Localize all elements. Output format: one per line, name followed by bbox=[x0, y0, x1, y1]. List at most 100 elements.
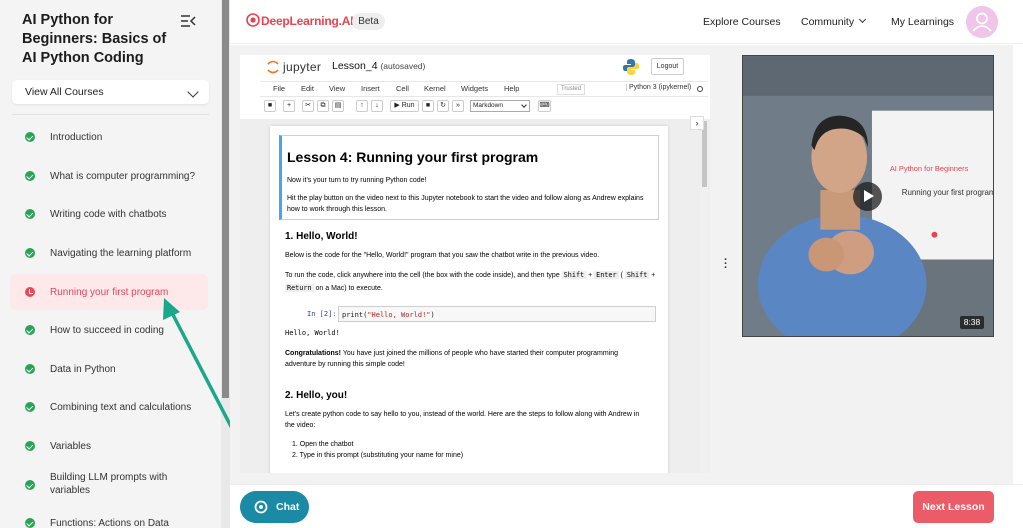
move-down-icon[interactable]: ↓ bbox=[371, 100, 383, 112]
paragraph: Congratulations! You have just joined th… bbox=[285, 348, 625, 370]
check-circle-icon bbox=[25, 171, 35, 181]
lesson-item[interactable]: Writing code with chatbots bbox=[10, 196, 208, 232]
video-duration: 8:38 bbox=[960, 316, 984, 329]
cell-type-select[interactable]: Markdown bbox=[470, 100, 530, 112]
chat-icon bbox=[254, 500, 268, 514]
view-all-courses-dropdown[interactable]: View All Courses bbox=[12, 80, 209, 104]
app-root: AI Python for Beginners: Basics of AI Py… bbox=[0, 0, 1023, 528]
panel-resize-handle[interactable]: · · · bbox=[724, 255, 728, 274]
view-all-label: View All Courses bbox=[25, 86, 104, 98]
notebook-scrollbar-thumb[interactable] bbox=[702, 121, 707, 187]
chevron-down-icon bbox=[859, 15, 867, 24]
check-circle-icon bbox=[25, 132, 35, 142]
run-label: Run bbox=[401, 102, 415, 109]
menu-view[interactable]: View bbox=[329, 84, 345, 93]
copy-icon[interactable]: ⧉ bbox=[317, 100, 329, 112]
chat-label: Chat bbox=[276, 501, 300, 513]
brand-logo-text[interactable]: DeepLearning.AI bbox=[261, 14, 354, 28]
lesson-item[interactable]: Functions: Actions on Data bbox=[10, 506, 208, 528]
code-cell[interactable]: print("Hello, World!") bbox=[338, 306, 656, 322]
nav-community[interactable]: Community bbox=[801, 15, 867, 28]
divider bbox=[12, 114, 209, 115]
section-heading: 2. Hello, you! bbox=[285, 390, 348, 401]
run-instructions: To run the code, click anywhere into the… bbox=[285, 272, 562, 279]
nav-my-learnings[interactable]: My Learnings bbox=[891, 16, 954, 28]
menu-insert[interactable]: Insert bbox=[361, 84, 380, 93]
keyboard-icon[interactable]: ⌨ bbox=[538, 100, 551, 112]
run-instructions-end: on a Mac) to execute. bbox=[313, 285, 383, 292]
code-output: Hello, World! bbox=[285, 329, 340, 337]
next-lesson-button[interactable]: Next Lesson bbox=[913, 491, 994, 523]
paragraph: Below is the code for the "Hello, World!… bbox=[285, 252, 600, 259]
restart-icon[interactable]: ↻ bbox=[437, 100, 449, 112]
stop-icon[interactable]: ■ bbox=[422, 100, 434, 112]
intro-markdown-cell[interactable]: Lesson 4: Running your first program Now… bbox=[279, 135, 659, 220]
lesson-heading: Lesson 4: Running your first program bbox=[287, 149, 539, 165]
list-item: 1. Open the chatbot bbox=[292, 441, 354, 448]
lesson-label: Functions: Actions on Data bbox=[50, 518, 169, 528]
slide-subtitle: Running your first program bbox=[902, 188, 994, 197]
check-circle-icon bbox=[25, 518, 35, 528]
cut-icon[interactable]: ✂ bbox=[302, 100, 314, 112]
code-string: "Hello, World!" bbox=[367, 311, 431, 319]
lesson-label: What is computer programming? bbox=[50, 171, 196, 182]
code-function: print( bbox=[342, 311, 368, 319]
lesson-label: Building LLM prompts with variables bbox=[50, 472, 168, 496]
deeplearning-logo-icon[interactable] bbox=[246, 13, 260, 27]
congrats-bold: Congratulations! bbox=[285, 350, 341, 357]
trusted-badge: Trusted bbox=[557, 84, 585, 95]
paste-icon[interactable]: ▤ bbox=[332, 100, 344, 112]
notebook-title: Lesson_4 bbox=[332, 60, 378, 72]
notebook-toolbar: ■ + ✂ ⧉ ▤ ↑ ↓ ▶ Run ■ ↻ » Markdown ⌨ bbox=[264, 100, 708, 114]
page-scrollbar[interactable] bbox=[1013, 45, 1023, 484]
key-return: Return bbox=[285, 284, 314, 292]
lesson-label: Writing code with chatbots bbox=[50, 209, 167, 220]
lesson-item[interactable]: What is computer programming? bbox=[10, 158, 208, 194]
move-up-icon[interactable]: ↑ bbox=[356, 100, 368, 112]
restart-run-all-icon[interactable]: » bbox=[452, 100, 464, 112]
beta-badge: Beta bbox=[352, 13, 385, 30]
chevron-down-icon bbox=[187, 86, 199, 98]
key-plus: + bbox=[649, 272, 656, 279]
play-button[interactable] bbox=[853, 182, 882, 211]
clock-icon bbox=[25, 287, 35, 297]
menu-widgets[interactable]: Widgets bbox=[461, 84, 488, 93]
menu-kernel[interactable]: Kernel bbox=[424, 84, 446, 93]
input-prompt: In [2]: bbox=[307, 310, 337, 318]
nav-community-label: Community bbox=[801, 16, 855, 28]
check-circle-icon bbox=[25, 480, 35, 490]
kernel-name[interactable]: Python 3 (ipykernel) bbox=[626, 84, 691, 91]
save-icon[interactable]: ■ bbox=[264, 100, 276, 112]
menu-file[interactable]: File bbox=[273, 84, 285, 93]
notebook-page: Lesson 4: Running your first program Now… bbox=[270, 126, 668, 473]
notebook-name[interactable]: Lesson_4 (autosaved) bbox=[332, 60, 425, 72]
nav-explore-courses[interactable]: Explore Courses bbox=[703, 16, 781, 28]
list-item: 2. Type in this prompt (substituting you… bbox=[292, 452, 464, 459]
lesson-item[interactable]: Navigating the learning platform bbox=[10, 235, 208, 271]
jupyter-wordmark: jupyter bbox=[283, 60, 322, 74]
jupyter-notebook[interactable]: jupyter Lesson_4 (autosaved) Logout File… bbox=[240, 55, 710, 473]
python-logo-icon bbox=[623, 59, 639, 75]
menu-help[interactable]: Help bbox=[504, 84, 519, 93]
course-title: AI Python for Beginners: Basics of AI Py… bbox=[22, 12, 167, 66]
user-avatar[interactable] bbox=[966, 6, 998, 38]
collapse-sidebar-icon[interactable] bbox=[180, 14, 196, 28]
lesson-item[interactable]: Introduction bbox=[10, 119, 208, 155]
check-circle-icon bbox=[25, 402, 35, 412]
key-shift: Shift bbox=[561, 271, 587, 279]
kernel-status-icon bbox=[697, 86, 703, 92]
add-cell-icon[interactable]: + bbox=[283, 100, 295, 112]
notebook-header: jupyter Lesson_4 (autosaved) Logout bbox=[240, 55, 710, 80]
step-text: Type in this prompt (substituting your n… bbox=[299, 452, 464, 459]
run-button[interactable]: ▶ Run bbox=[390, 100, 419, 112]
key-plus: + bbox=[586, 272, 595, 279]
lesson-item[interactable]: Building LLM prompts with variables bbox=[10, 466, 208, 506]
key-enter: Enter bbox=[594, 271, 619, 279]
chat-button[interactable]: Chat bbox=[240, 491, 309, 523]
jupyter-logo-icon bbox=[267, 60, 279, 74]
menu-cell[interactable]: Cell bbox=[396, 84, 409, 93]
logout-button[interactable]: Logout bbox=[651, 58, 684, 75]
menu-edit[interactable]: Edit bbox=[301, 84, 314, 93]
chevron-right-icon[interactable]: › bbox=[690, 116, 704, 130]
autosave-status: (autosaved) bbox=[380, 61, 426, 71]
